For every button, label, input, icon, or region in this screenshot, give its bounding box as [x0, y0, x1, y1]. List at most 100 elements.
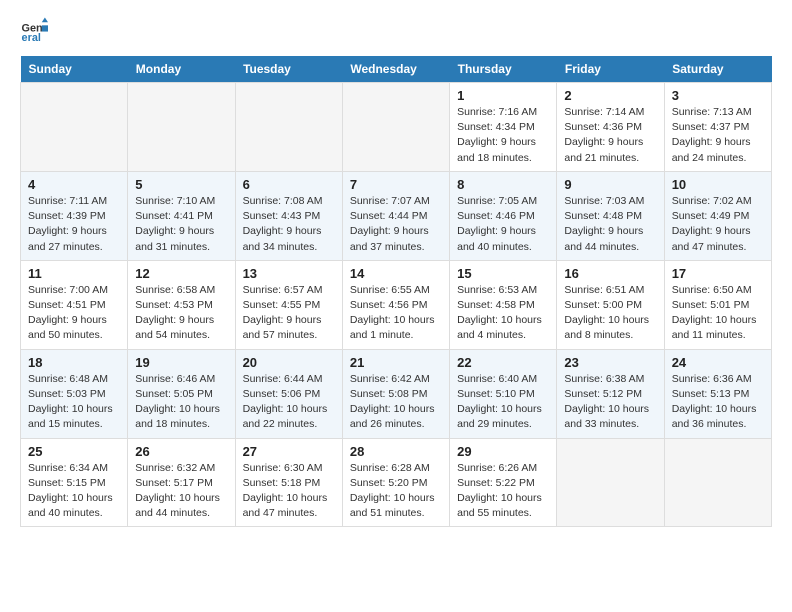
calendar-cell: 29 Sunrise: 6:26 AM Sunset: 5:22 PM Dayli… [450, 438, 557, 527]
calendar-cell: 10 Sunrise: 7:02 AM Sunset: 4:49 PM Dayli… [664, 171, 771, 260]
weekday-header: Friday [557, 56, 664, 83]
calendar-cell: 5 Sunrise: 7:10 AM Sunset: 4:41 PM Daylig… [128, 171, 235, 260]
day-number: 11 [28, 266, 120, 281]
day-info: Sunrise: 6:26 AM Sunset: 5:22 PM Dayligh… [457, 461, 549, 522]
weekday-header: Wednesday [342, 56, 449, 83]
calendar-cell: 22 Sunrise: 6:40 AM Sunset: 5:10 PM Dayli… [450, 349, 557, 438]
logo-icon: Gen eral [20, 16, 48, 44]
day-info: Sunrise: 6:48 AM Sunset: 5:03 PM Dayligh… [28, 372, 120, 433]
calendar-cell [664, 438, 771, 527]
logo: Gen eral [20, 16, 52, 44]
day-info: Sunrise: 7:05 AM Sunset: 4:46 PM Dayligh… [457, 194, 549, 255]
calendar-cell [557, 438, 664, 527]
calendar-cell: 24 Sunrise: 6:36 AM Sunset: 5:13 PM Dayli… [664, 349, 771, 438]
calendar-week-row: 4 Sunrise: 7:11 AM Sunset: 4:39 PM Daylig… [21, 171, 772, 260]
day-number: 13 [243, 266, 335, 281]
day-info: Sunrise: 6:57 AM Sunset: 4:55 PM Dayligh… [243, 283, 335, 344]
calendar-cell: 27 Sunrise: 6:30 AM Sunset: 5:18 PM Dayli… [235, 438, 342, 527]
day-number: 26 [135, 444, 227, 459]
day-info: Sunrise: 6:28 AM Sunset: 5:20 PM Dayligh… [350, 461, 442, 522]
calendar-week-row: 18 Sunrise: 6:48 AM Sunset: 5:03 PM Dayli… [21, 349, 772, 438]
day-info: Sunrise: 6:30 AM Sunset: 5:18 PM Dayligh… [243, 461, 335, 522]
day-info: Sunrise: 7:11 AM Sunset: 4:39 PM Dayligh… [28, 194, 120, 255]
day-info: Sunrise: 6:44 AM Sunset: 5:06 PM Dayligh… [243, 372, 335, 433]
day-info: Sunrise: 7:08 AM Sunset: 4:43 PM Dayligh… [243, 194, 335, 255]
calendar-cell: 26 Sunrise: 6:32 AM Sunset: 5:17 PM Dayli… [128, 438, 235, 527]
day-number: 9 [564, 177, 656, 192]
calendar-cell [21, 83, 128, 172]
calendar-cell: 18 Sunrise: 6:48 AM Sunset: 5:03 PM Dayli… [21, 349, 128, 438]
calendar-cell: 19 Sunrise: 6:46 AM Sunset: 5:05 PM Dayli… [128, 349, 235, 438]
calendar-cell: 7 Sunrise: 7:07 AM Sunset: 4:44 PM Daylig… [342, 171, 449, 260]
page-header: Gen eral [20, 16, 772, 44]
day-number: 1 [457, 88, 549, 103]
calendar-cell: 25 Sunrise: 6:34 AM Sunset: 5:15 PM Dayli… [21, 438, 128, 527]
calendar-cell [342, 83, 449, 172]
day-info: Sunrise: 7:10 AM Sunset: 4:41 PM Dayligh… [135, 194, 227, 255]
calendar-cell: 1 Sunrise: 7:16 AM Sunset: 4:34 PM Daylig… [450, 83, 557, 172]
day-number: 29 [457, 444, 549, 459]
day-number: 20 [243, 355, 335, 370]
day-number: 18 [28, 355, 120, 370]
day-number: 16 [564, 266, 656, 281]
day-info: Sunrise: 6:40 AM Sunset: 5:10 PM Dayligh… [457, 372, 549, 433]
day-number: 4 [28, 177, 120, 192]
day-number: 28 [350, 444, 442, 459]
day-info: Sunrise: 6:50 AM Sunset: 5:01 PM Dayligh… [672, 283, 764, 344]
day-number: 27 [243, 444, 335, 459]
day-info: Sunrise: 7:07 AM Sunset: 4:44 PM Dayligh… [350, 194, 442, 255]
day-number: 25 [28, 444, 120, 459]
day-info: Sunrise: 6:36 AM Sunset: 5:13 PM Dayligh… [672, 372, 764, 433]
calendar-cell [235, 83, 342, 172]
calendar-week-row: 25 Sunrise: 6:34 AM Sunset: 5:15 PM Dayli… [21, 438, 772, 527]
calendar-cell: 16 Sunrise: 6:51 AM Sunset: 5:00 PM Dayli… [557, 260, 664, 349]
day-info: Sunrise: 6:51 AM Sunset: 5:00 PM Dayligh… [564, 283, 656, 344]
day-info: Sunrise: 7:14 AM Sunset: 4:36 PM Dayligh… [564, 105, 656, 166]
calendar-header: SundayMondayTuesdayWednesdayThursdayFrid… [21, 56, 772, 83]
day-info: Sunrise: 6:58 AM Sunset: 4:53 PM Dayligh… [135, 283, 227, 344]
day-number: 8 [457, 177, 549, 192]
day-info: Sunrise: 7:02 AM Sunset: 4:49 PM Dayligh… [672, 194, 764, 255]
day-info: Sunrise: 6:34 AM Sunset: 5:15 PM Dayligh… [28, 461, 120, 522]
calendar-cell: 2 Sunrise: 7:14 AM Sunset: 4:36 PM Daylig… [557, 83, 664, 172]
day-number: 19 [135, 355, 227, 370]
day-number: 12 [135, 266, 227, 281]
day-number: 17 [672, 266, 764, 281]
day-number: 22 [457, 355, 549, 370]
calendar-table: SundayMondayTuesdayWednesdayThursdayFrid… [20, 56, 772, 527]
day-info: Sunrise: 6:32 AM Sunset: 5:17 PM Dayligh… [135, 461, 227, 522]
svg-text:eral: eral [22, 32, 41, 44]
calendar-cell: 12 Sunrise: 6:58 AM Sunset: 4:53 PM Dayli… [128, 260, 235, 349]
day-info: Sunrise: 7:16 AM Sunset: 4:34 PM Dayligh… [457, 105, 549, 166]
day-number: 3 [672, 88, 764, 103]
calendar-cell [128, 83, 235, 172]
day-info: Sunrise: 6:42 AM Sunset: 5:08 PM Dayligh… [350, 372, 442, 433]
calendar-cell: 21 Sunrise: 6:42 AM Sunset: 5:08 PM Dayli… [342, 349, 449, 438]
calendar-cell: 3Sunrise: 7:13 AM Sunset: 4:37 PM Daylig… [664, 83, 771, 172]
calendar-week-row: 1 Sunrise: 7:16 AM Sunset: 4:34 PM Daylig… [21, 83, 772, 172]
day-number: 15 [457, 266, 549, 281]
day-number: 5 [135, 177, 227, 192]
day-number: 2 [564, 88, 656, 103]
calendar-cell: 28 Sunrise: 6:28 AM Sunset: 5:20 PM Dayli… [342, 438, 449, 527]
weekday-header: Sunday [21, 56, 128, 83]
day-number: 10 [672, 177, 764, 192]
calendar-cell: 4 Sunrise: 7:11 AM Sunset: 4:39 PM Daylig… [21, 171, 128, 260]
calendar-cell: 20 Sunrise: 6:44 AM Sunset: 5:06 PM Dayli… [235, 349, 342, 438]
day-info: Sunrise: 6:38 AM Sunset: 5:12 PM Dayligh… [564, 372, 656, 433]
weekday-header: Thursday [450, 56, 557, 83]
calendar-week-row: 11 Sunrise: 7:00 AM Sunset: 4:51 PM Dayli… [21, 260, 772, 349]
calendar-cell: 11 Sunrise: 7:00 AM Sunset: 4:51 PM Dayli… [21, 260, 128, 349]
calendar-cell: 14Sunrise: 6:55 AM Sunset: 4:56 PM Dayli… [342, 260, 449, 349]
weekday-header: Tuesday [235, 56, 342, 83]
day-number: 24 [672, 355, 764, 370]
calendar-cell: 15Sunrise: 6:53 AM Sunset: 4:58 PM Dayli… [450, 260, 557, 349]
day-number: 7 [350, 177, 442, 192]
calendar-cell: 8 Sunrise: 7:05 AM Sunset: 4:46 PM Daylig… [450, 171, 557, 260]
day-number: 21 [350, 355, 442, 370]
weekday-header: Monday [128, 56, 235, 83]
day-info: Sunrise: 7:03 AM Sunset: 4:48 PM Dayligh… [564, 194, 656, 255]
day-info: Sunrise: 7:00 AM Sunset: 4:51 PM Dayligh… [28, 283, 120, 344]
day-info: Sunrise: 6:46 AM Sunset: 5:05 PM Dayligh… [135, 372, 227, 433]
day-number: 6 [243, 177, 335, 192]
